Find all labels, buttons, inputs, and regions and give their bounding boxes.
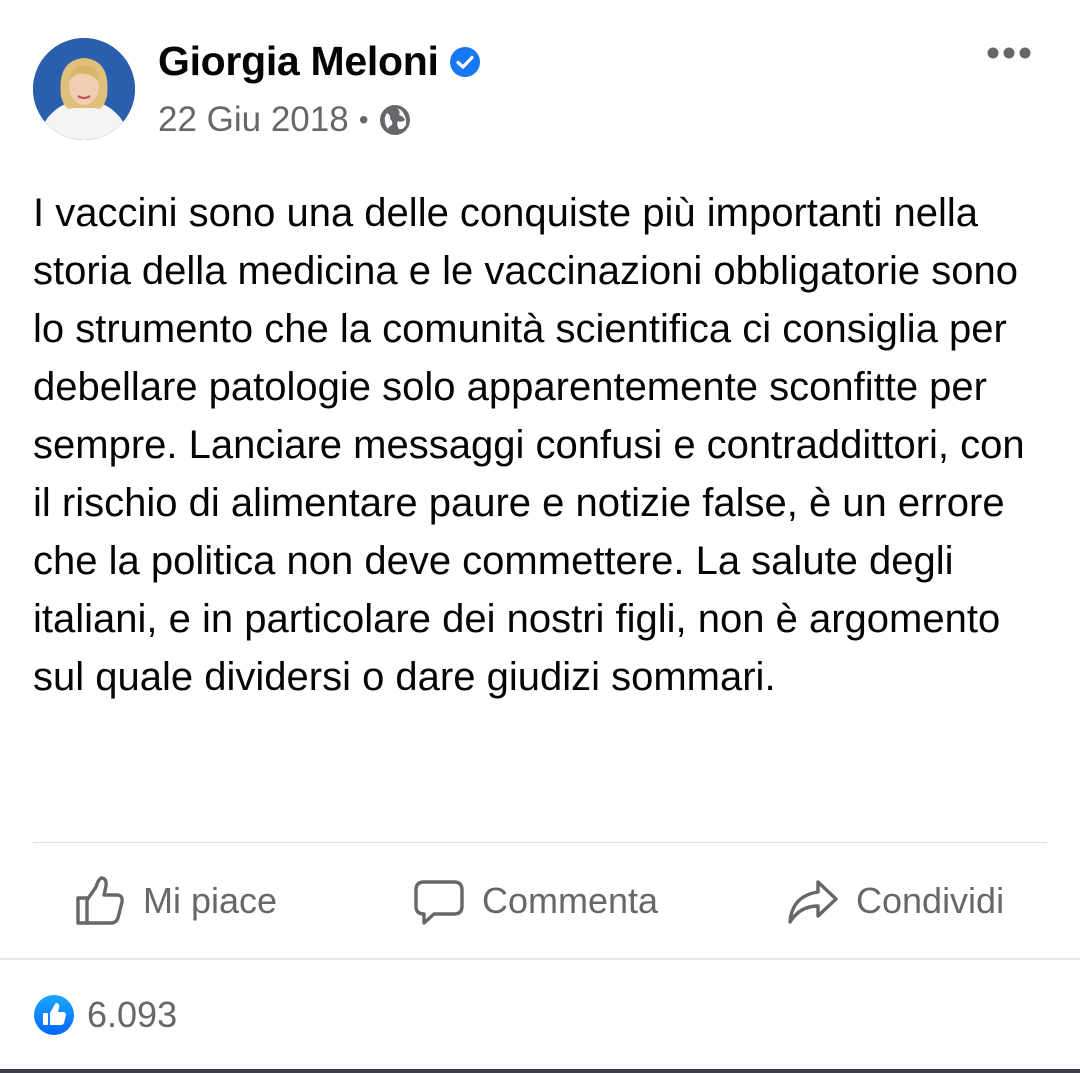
meta-separator: • [358, 104, 369, 135]
like-label: Mi piace [143, 880, 278, 921]
reactions-summary[interactable]: 6.093 [33, 994, 177, 1036]
more-options-icon[interactable] [986, 38, 1032, 68]
like-button[interactable]: Mi piace [73, 874, 277, 928]
post-header: Giorgia Meloni 22 Giu 2018 • [0, 0, 1080, 160]
verified-badge-icon [449, 46, 481, 78]
post-text: I vaccini sono una delle conquiste più i… [33, 191, 1025, 699]
comment-button[interactable]: Commenta [412, 874, 658, 928]
divider [33, 842, 1047, 843]
globe-icon [379, 104, 411, 136]
share-button[interactable]: Condividi [786, 874, 1004, 928]
author-avatar[interactable] [33, 38, 135, 140]
bottom-edge [0, 1069, 1080, 1073]
action-bar: Mi piace Commenta Condividi [0, 860, 1080, 950]
divider [0, 958, 1080, 960]
like-reaction-icon [33, 994, 75, 1036]
share-arrow-icon [788, 880, 838, 924]
comment-bubble-icon [414, 880, 464, 925]
like-count: 6.093 [87, 994, 178, 1035]
post-date[interactable]: 22 Giu 2018 [158, 100, 349, 140]
author-name[interactable]: Giorgia Meloni [158, 38, 439, 85]
comment-label: Commenta [482, 880, 659, 921]
thumbs-up-icon [76, 876, 124, 925]
share-label: Condividi [856, 880, 1005, 921]
